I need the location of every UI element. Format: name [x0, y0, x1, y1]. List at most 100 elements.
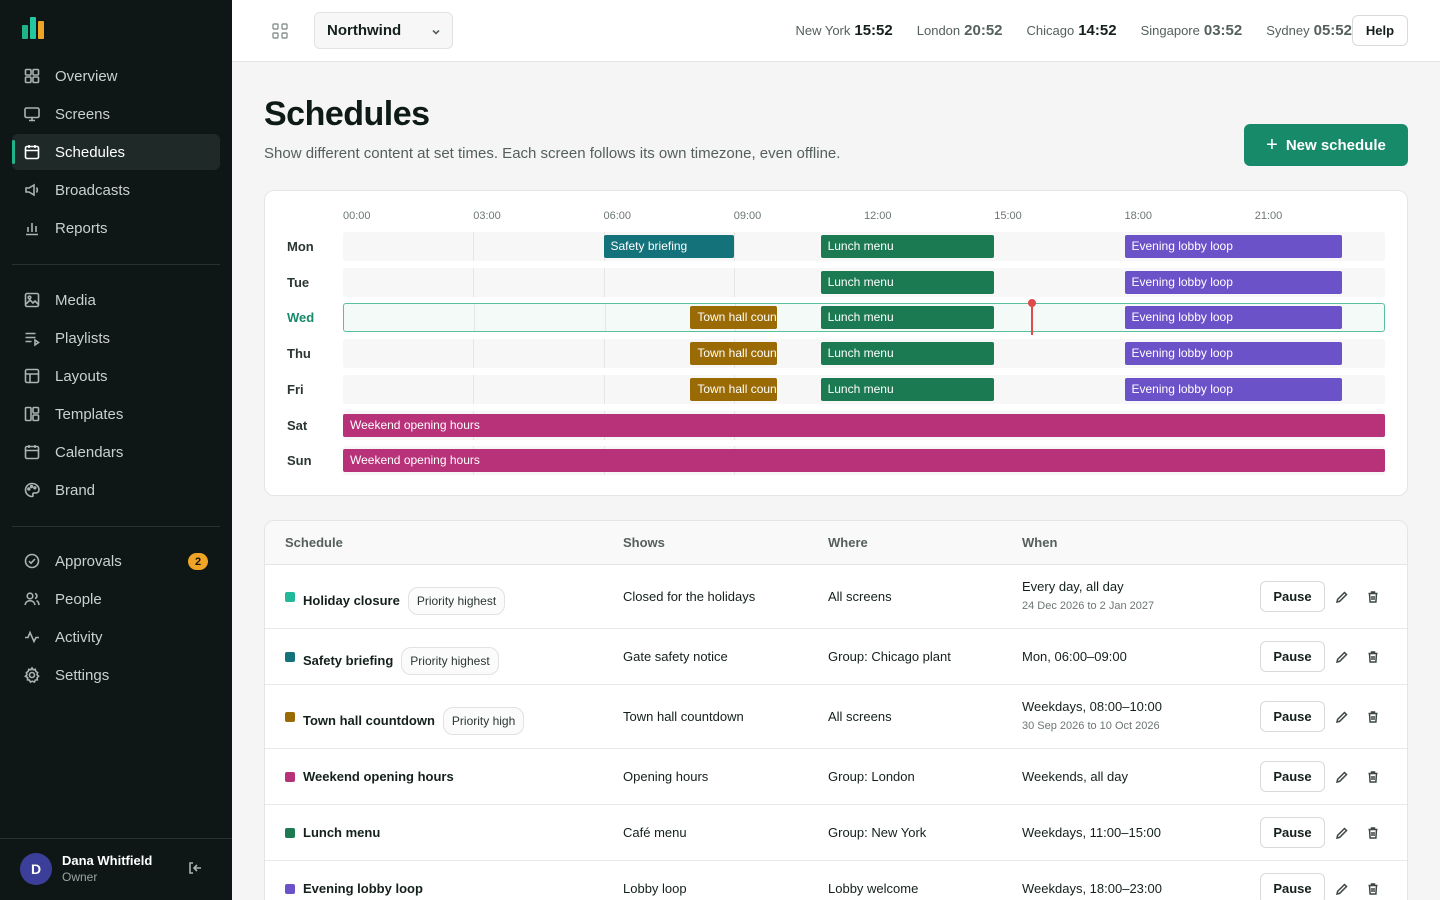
day-label-mon: Mon: [287, 239, 314, 254]
edit-pencil-icon[interactable]: [1335, 650, 1349, 664]
sidebar-item-label: Screens: [55, 105, 111, 123]
schedule-when-rule: Weekdays, 18:00–23:00: [1022, 881, 1162, 896]
pause-button[interactable]: Pause: [1260, 873, 1325, 900]
schedule-when-rule: Weekends, all day: [1022, 769, 1128, 784]
pause-button[interactable]: Pause: [1260, 641, 1325, 672]
apps-grid-icon[interactable]: [270, 21, 290, 41]
help-button[interactable]: Help: [1352, 15, 1408, 46]
day-label-sun: Sun: [287, 453, 312, 469]
schedule-block[interactable]: Evening lobby loop: [1124, 235, 1342, 258]
day-label-wed: Wed: [287, 310, 315, 326]
schedule-block[interactable]: Town hall countdown: [690, 377, 778, 401]
table-row[interactable]: Evening lobby loop Lobby loop Lobby welcom…: [265, 861, 1407, 900]
sidebar-item-people[interactable]: People: [12, 581, 220, 617]
monitor-icon: [23, 105, 41, 123]
clock-time: 03:52: [1203, 22, 1243, 39]
day-label-sat: Sat: [287, 417, 308, 433]
pause-button[interactable]: Pause: [1260, 817, 1325, 848]
sidebar-item-calendars[interactable]: Calendars: [12, 434, 220, 470]
schedule-shows: Opening hours: [623, 769, 709, 784]
sidebar-item-schedules[interactable]: Schedules: [12, 134, 220, 170]
pause-button[interactable]: Pause: [1260, 761, 1325, 792]
delete-trash-icon[interactable]: [1366, 882, 1380, 896]
table-row[interactable]: Lunch menu Café menu Group: New York Weekda…: [265, 805, 1407, 861]
table-row[interactable]: Town hall countdown Priority high Town hal…: [265, 685, 1407, 749]
schedule-where: All screens: [828, 709, 892, 724]
hour-gridline: [473, 339, 475, 369]
schedule-block[interactable]: Lunch menu: [820, 235, 995, 258]
hour-label: 12:00: [864, 210, 892, 222]
schedule-color-dot: [285, 652, 295, 662]
delete-trash-icon[interactable]: [1366, 826, 1380, 840]
logout-icon[interactable]: [186, 859, 204, 877]
schedule-name: Safety briefing: [303, 653, 394, 668]
delete-trash-icon[interactable]: [1366, 590, 1380, 604]
sidebar-item-media[interactable]: Media: [12, 282, 220, 318]
edit-pencil-icon[interactable]: [1335, 770, 1349, 784]
organization-select[interactable]: Northwind: [314, 12, 453, 49]
schedule-name: Holiday closure: [303, 593, 400, 608]
sidebar-item-label: Schedules: [55, 143, 126, 161]
sidebar-item-templates[interactable]: Templates: [12, 396, 220, 432]
hour-label: 18:00: [1124, 210, 1153, 222]
schedule-block[interactable]: Evening lobby loop: [1124, 377, 1342, 401]
schedule-block[interactable]: Lunch menu: [820, 306, 995, 330]
edit-pencil-icon[interactable]: [1335, 590, 1349, 604]
megaphone-icon: [23, 181, 41, 199]
clock-time: 14:52: [1078, 22, 1117, 39]
priority-badge: Priority high: [442, 707, 525, 735]
schedule-block[interactable]: Lunch menu: [820, 342, 995, 366]
delete-trash-icon[interactable]: [1366, 770, 1380, 784]
hour-gridline: [474, 304, 476, 332]
schedule-block[interactable]: Weekend opening hours: [343, 413, 1385, 437]
schedule-block[interactable]: Town hall countdown: [690, 342, 778, 366]
sidebar-item-label: Reports: [55, 219, 108, 237]
schedule-block[interactable]: Weekend opening hours: [343, 449, 1385, 473]
sidebar-item-reports[interactable]: Reports: [12, 210, 220, 246]
schedule-block[interactable]: Lunch menu: [820, 270, 995, 294]
table-row[interactable]: Holiday closure Priority highest Closed fo…: [265, 565, 1407, 629]
delete-trash-icon[interactable]: [1366, 650, 1380, 664]
schedule-block[interactable]: Evening lobby loop: [1124, 342, 1342, 366]
sidebar-item-label: Activity: [55, 628, 103, 646]
new-schedule-button[interactable]: + New schedule: [1244, 124, 1408, 166]
sidebar-item-label: Approvals: [55, 552, 122, 570]
sidebar-item-screens[interactable]: Screens: [12, 96, 220, 132]
sidebar-item-activity[interactable]: Activity: [12, 619, 220, 655]
sidebar-item-overview[interactable]: Overview: [12, 58, 220, 94]
edit-pencil-icon[interactable]: [1335, 710, 1349, 724]
clock-city: Sydney: [1266, 23, 1310, 38]
app-logo[interactable]: [22, 17, 50, 39]
week-timeline: 00:00 03:00 06:00 09:00 12:00 15:00 18:00 21:00…: [264, 190, 1408, 496]
schedule-block[interactable]: Town hall countdown: [690, 306, 778, 330]
delete-trash-icon[interactable]: [1366, 710, 1380, 724]
schedule-color-dot: [285, 884, 295, 894]
sidebar-item-settings[interactable]: Settings: [12, 657, 220, 693]
pause-button[interactable]: Pause: [1260, 581, 1325, 612]
schedule-color-dot: [285, 712, 295, 722]
edit-pencil-icon[interactable]: [1335, 826, 1349, 840]
sidebar-item-brand[interactable]: Brand: [12, 472, 220, 508]
sidebar-item-approvals[interactable]: Approvals 2: [12, 543, 220, 579]
nav-admin: Approvals 2 People Activity Settings: [12, 543, 220, 695]
table-row[interactable]: Safety briefing Priority highest Gate safe…: [265, 629, 1407, 685]
hour-gridline: [603, 374, 605, 404]
sidebar-item-label: Settings: [55, 666, 110, 684]
schedule-when-rule: Weekdays, 11:00–15:00: [1022, 825, 1162, 840]
edit-pencil-icon[interactable]: [1335, 882, 1349, 896]
pause-button[interactable]: Pause: [1260, 701, 1325, 732]
plus-icon: +: [1266, 134, 1278, 156]
sidebar-item-broadcasts[interactable]: Broadcasts: [12, 172, 220, 208]
schedule-block[interactable]: Evening lobby loop: [1124, 270, 1342, 294]
schedule-block[interactable]: Lunch menu: [820, 377, 995, 401]
schedule-block[interactable]: Safety briefing: [603, 235, 734, 258]
user-profile[interactable]: D Dana Whitfield Owner: [0, 838, 232, 900]
table-row[interactable]: Weekend opening hours Opening hours Group:…: [265, 749, 1407, 805]
sidebar-item-playlists[interactable]: Playlists: [12, 320, 220, 356]
day-label-tue: Tue: [287, 274, 310, 290]
sidebar-divider: [12, 264, 220, 265]
sidebar-item-layouts[interactable]: Layouts: [12, 358, 220, 394]
user-role: Owner: [62, 870, 98, 884]
schedule-block[interactable]: Evening lobby loop: [1124, 306, 1342, 330]
hour-label: 21:00: [1254, 210, 1283, 222]
